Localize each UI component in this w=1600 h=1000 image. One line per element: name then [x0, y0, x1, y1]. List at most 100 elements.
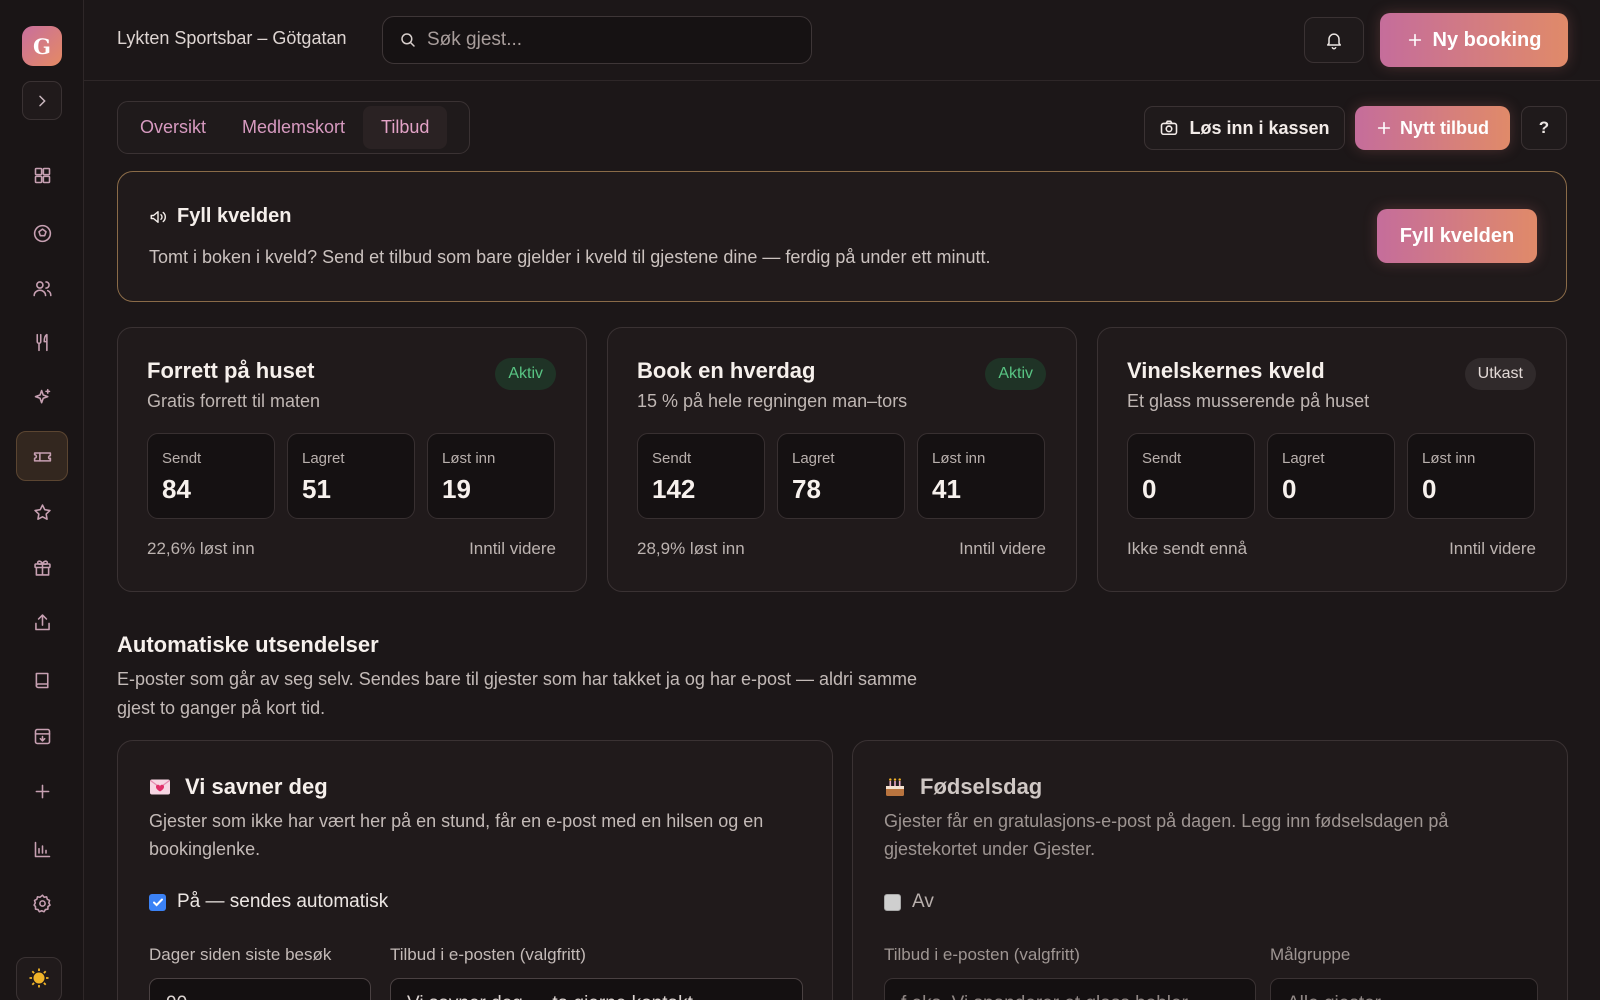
theme-toggle-button[interactable] — [16, 957, 62, 1000]
offer-subtitle: 15 % på hele regningen man–tors — [637, 391, 908, 411]
redeem-label: Løs inn i kassen — [1189, 117, 1330, 138]
offer-card[interactable]: Forrett på huset Gratis forrett til mate… — [117, 327, 587, 592]
sidebar-item-menu[interactable] — [16, 317, 68, 367]
search-input[interactable] — [427, 29, 787, 51]
sidebar-item-dashboard[interactable] — [16, 150, 68, 200]
sidebar-item-guestbook[interactable] — [16, 655, 68, 705]
offer-card[interactable]: Book en hverdag 15 % på hele regningen m… — [607, 327, 1077, 592]
new-offer-button[interactable]: Nytt tilbud — [1355, 106, 1510, 150]
automation-card-miss-you: Vi savner deg Gjester som ikke har vært … — [117, 740, 833, 1000]
sidebar-item-guests[interactable] — [16, 263, 68, 313]
redemption-rate: 22,6% løst inn — [147, 539, 255, 558]
stat-value: 19 — [442, 474, 471, 504]
stat-label: Løst inn — [1422, 450, 1476, 467]
sidebar-item-archive[interactable] — [16, 711, 68, 761]
validity: Inntil videre — [959, 539, 1046, 558]
sidebar-item-settings[interactable] — [16, 878, 68, 928]
sidebar-item-ai[interactable] — [16, 372, 68, 422]
automation-toggle[interactable]: På — sendes automatisk — [149, 891, 388, 913]
offer-title: Vinelskernes kveld — [1127, 358, 1325, 383]
search-box[interactable] — [382, 16, 812, 64]
send-status: Ikke sendt ennå — [1127, 539, 1248, 558]
fill-evening-promo: Fyll kvelden Tomt i boken i kveld? Send … — [117, 171, 1567, 302]
automation-card-birthday: Fødselsdag Gjester får en gratulasjons-e… — [852, 740, 1568, 1000]
status-badge: Utkast — [1464, 358, 1536, 390]
sidebar-item-reports[interactable] — [16, 824, 68, 874]
bell-icon — [1327, 33, 1341, 50]
automation-title: Fødselsdag — [920, 774, 1043, 799]
field-label: Tilbud i e-posten (valgfritt) — [390, 945, 586, 964]
stat-label: Sendt — [162, 450, 202, 467]
help-button[interactable]: ? — [1521, 106, 1567, 150]
stat-sent: Sendt 84 — [147, 433, 275, 519]
checkmark-icon — [152, 898, 163, 907]
automation-description: Gjester får en gratulasjons-e-post på da… — [884, 811, 1449, 859]
offer-text-input[interactable]: Vi savner deg — ta gjerne kontakt — [390, 978, 803, 1000]
stat-label: Løst inn — [442, 450, 496, 467]
automation-toggle[interactable]: Av — [884, 891, 934, 913]
ticket-icon — [33, 451, 51, 462]
stat-saved: Lagret 51 — [287, 433, 415, 519]
expand-sidebar-button[interactable] — [22, 81, 62, 120]
status-badge: Aktiv — [495, 358, 556, 390]
book-icon — [35, 672, 49, 688]
stat-redeemed: Løst inn 19 — [427, 433, 555, 519]
validity: Inntil videre — [1449, 539, 1536, 558]
validity: Inntil videre — [469, 539, 556, 558]
stat-sent: Sendt 142 — [637, 433, 765, 519]
stat-label: Løst inn — [932, 450, 986, 467]
stat-sent: Sendt 0 — [1127, 433, 1255, 519]
stat-label: Lagret — [792, 450, 835, 467]
sidebar-item-offers[interactable] — [16, 431, 68, 481]
tab-tilbud[interactable]: Tilbud — [363, 106, 448, 149]
stat-label: Sendt — [652, 450, 692, 467]
chevron-right-icon — [39, 95, 46, 106]
field-label: Målgruppe — [1270, 945, 1351, 964]
redeem-at-register-button[interactable]: Løs inn i kassen — [1144, 106, 1345, 150]
soccer-ball-icon — [33, 224, 51, 242]
stat-value: 84 — [162, 474, 191, 504]
stat-value: 51 — [302, 474, 331, 504]
promo-title: Fyll kvelden — [177, 205, 292, 227]
sidebar-item-add[interactable] — [16, 766, 68, 816]
offer-card[interactable]: Vinelskernes kveld Et glass musserende p… — [1097, 327, 1567, 592]
birthday-offer-input[interactable]: f.eks. Vi spanderer et glass bobler — [884, 978, 1256, 1000]
days-since-visit-input[interactable]: 90 — [149, 978, 371, 1000]
checkbox-unchecked[interactable] — [884, 893, 901, 911]
notifications-button[interactable] — [1304, 17, 1364, 63]
section-title: Automatiske utsendelser — [117, 632, 379, 657]
gift-icon — [33, 559, 51, 576]
sidebar-item-reviews[interactable] — [16, 487, 68, 537]
plus-icon — [35, 784, 49, 798]
tab-medlemskort[interactable]: Medlemskort — [224, 106, 363, 149]
offer-title: Book en hverdag — [637, 358, 816, 383]
new-booking-button[interactable]: Ny booking — [1380, 13, 1568, 67]
field-label: Dager siden siste besøk — [149, 945, 332, 964]
bar-chart-icon — [34, 841, 50, 857]
love-letter-icon — [150, 779, 170, 795]
stat-value: 0 — [1142, 474, 1157, 504]
stat-value: 142 — [652, 474, 696, 504]
search-icon — [401, 33, 415, 47]
checkbox-checked[interactable] — [149, 893, 166, 911]
stat-saved: Lagret 0 — [1267, 433, 1395, 519]
stat-value: 78 — [792, 474, 821, 504]
fill-evening-button[interactable]: Fyll kvelden — [1377, 209, 1537, 263]
redemption-rate: 28,9% løst inn — [637, 539, 745, 558]
share-icon — [34, 613, 50, 630]
field-label: Tilbud i e-posten (valgfritt) — [884, 945, 1080, 964]
stat-value: 41 — [932, 474, 961, 504]
archive-icon — [34, 728, 50, 744]
sidebar-item-sports[interactable] — [16, 208, 68, 258]
star-icon — [33, 503, 51, 520]
sidebar-item-export[interactable] — [16, 597, 68, 647]
sidebar: G — [0, 0, 84, 1000]
offer-subtitle: Et glass musserende på huset — [1127, 391, 1370, 411]
tab-oversikt[interactable]: Oversikt — [122, 106, 224, 149]
section-description: E-poster som går av seg selv. Sendes bar… — [117, 669, 918, 718]
megaphone-icon — [150, 210, 166, 223]
audience-select[interactable]: Alle gjester — [1270, 978, 1538, 1000]
sidebar-item-gift-cards[interactable] — [16, 542, 68, 592]
app-logo[interactable]: G — [22, 26, 62, 66]
plus-icon — [1408, 33, 1421, 47]
